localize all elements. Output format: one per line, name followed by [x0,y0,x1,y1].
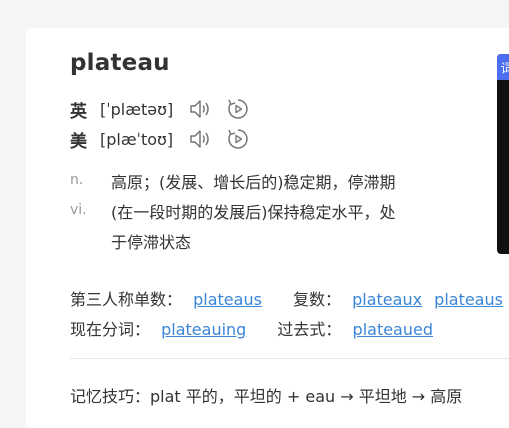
replay-icon[interactable] [225,126,251,152]
present-participle-label: 现在分词： [70,320,151,339]
definition-pos: n. [70,172,84,188]
pronunciation-ipa: [ˈplætəʊ] [100,99,174,119]
third-person-label: 第三人称单数： [70,290,183,309]
pronunciation-lang: 美 [70,131,87,152]
pronunciation-us: 美 [plæˈtoʊ] [70,126,263,152]
past-link[interactable]: plateaued [353,320,433,339]
side-tab[interactable]: 词 [497,54,509,80]
definition-pos: vi. [70,202,87,218]
definition-text: 高原；(发展、增长后的)稳定期，停滞期 [111,173,396,192]
plural-label: 复数： [293,290,342,309]
plural-link[interactable]: plateaux [352,290,422,309]
side-panel[interactable] [497,54,509,254]
present-participle-link[interactable]: plateauing [161,320,246,339]
dictionary-card [26,28,509,428]
third-person-link[interactable]: plateaus [193,290,262,309]
memory-tip: 记忆技巧：plat 平的，平坦的 + eau → 平坦地 → 高原 [70,387,463,406]
pronunciation-lang: 英 [70,101,87,122]
speaker-icon[interactable] [187,96,213,122]
word-forms-row-1: 第三人称单数： plateaus 复数： plateaux plateaus [70,286,503,310]
pronunciation-uk: 英 [ˈplætəʊ] [70,96,263,122]
word-forms-row-2: 现在分词： plateauing 过去式： plateaued [70,316,433,340]
definition-text: 于停滞状态 [111,233,192,252]
divider [70,358,509,359]
headword: plateau [70,50,170,76]
plural-link[interactable]: plateaus [434,290,503,309]
speaker-icon[interactable] [187,126,213,152]
definition-text: (在一段时期的发展后)保持稳定水平，处 [111,203,396,222]
pronunciation-ipa: [plæˈtoʊ] [100,129,174,149]
past-label: 过去式： [277,320,342,339]
replay-icon[interactable] [225,96,251,122]
